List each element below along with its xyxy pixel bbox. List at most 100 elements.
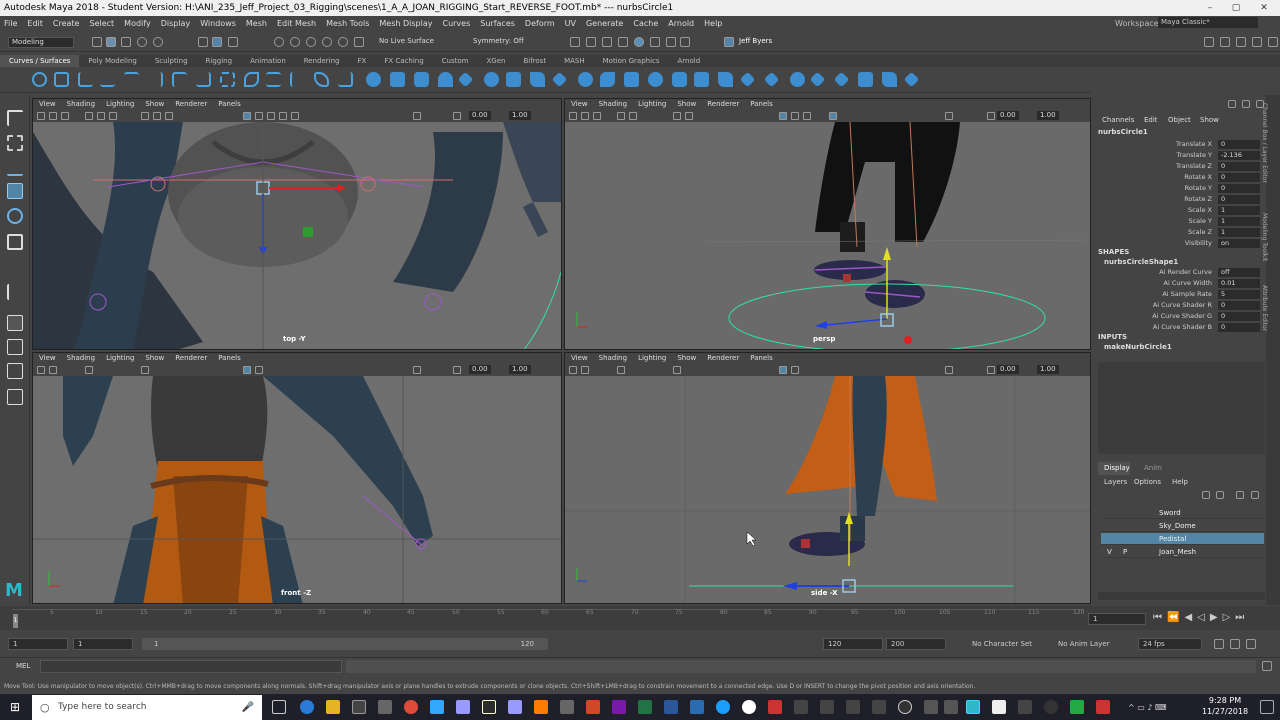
gamma-value[interactable]: 1.00 xyxy=(509,111,531,120)
image-plane-icon[interactable] xyxy=(61,112,69,120)
attr-scale-x-value[interactable]: 1 xyxy=(1218,206,1260,215)
vp-menu-renderer[interactable]: Renderer xyxy=(175,100,207,110)
four-view-layout-icon[interactable] xyxy=(7,339,23,355)
project-curve-icon[interactable] xyxy=(718,72,733,87)
after-effects-icon[interactable] xyxy=(456,700,470,714)
menu-uv[interactable]: UV xyxy=(565,19,576,28)
smooth-shade-icon[interactable] xyxy=(255,366,263,374)
shelf-tab-custom[interactable]: Custom xyxy=(433,55,478,67)
magnet-icon[interactable] xyxy=(354,37,364,47)
vp-menu-view[interactable]: View xyxy=(571,100,588,110)
insert-isoparm-icon[interactable] xyxy=(882,72,897,87)
snap-point-icon[interactable] xyxy=(306,37,316,47)
layer-menu-layers[interactable]: Layers xyxy=(1104,478,1127,486)
move-layer-up-icon[interactable] xyxy=(1202,491,1210,499)
attr-ai-curve-width-value[interactable]: 0.01 xyxy=(1218,279,1260,288)
toggle-tool-settings-icon[interactable] xyxy=(1236,37,1246,47)
redo-icon[interactable] xyxy=(153,37,163,47)
single-perspective-layout-icon[interactable] xyxy=(7,315,23,331)
lasso-tool-icon[interactable] xyxy=(7,135,23,151)
character-set-dropdown[interactable]: No Character Set xyxy=(972,640,1032,648)
textured-icon[interactable] xyxy=(267,112,275,120)
untrim-icon[interactable] xyxy=(790,72,805,87)
menu-edit[interactable]: Edit xyxy=(27,19,43,28)
mel-command-input[interactable] xyxy=(40,660,342,673)
app-icon[interactable] xyxy=(846,700,860,714)
user-dropdown[interactable]: Jeff Byers xyxy=(736,37,798,48)
select-tool-icon[interactable] xyxy=(7,110,23,126)
illustrator-icon[interactable] xyxy=(534,700,548,714)
duplicate-surface-icon[interactable] xyxy=(694,72,709,87)
vp-menu-shading[interactable]: Shading xyxy=(599,354,627,364)
attr-translate-z-value[interactable]: 0 xyxy=(1218,162,1260,171)
word-icon[interactable] xyxy=(664,700,678,714)
move-tool-icon[interactable] xyxy=(7,183,23,199)
menu-mesh-display[interactable]: Mesh Display xyxy=(379,19,432,28)
nurbs-square-icon[interactable] xyxy=(54,72,69,87)
nurbs-circle-icon[interactable] xyxy=(32,72,47,87)
shelf-tab-xgen[interactable]: XGen xyxy=(478,55,515,67)
new-layer-selected-icon[interactable] xyxy=(1251,491,1259,499)
menu-modify[interactable]: Modify xyxy=(124,19,151,28)
undo-icon[interactable] xyxy=(137,37,147,47)
auto-key-icon[interactable] xyxy=(1214,639,1224,649)
snap-curve-icon[interactable] xyxy=(290,37,300,47)
render-settings-icon[interactable] xyxy=(618,37,628,47)
shelf-tab-bifrost[interactable]: Bifrost xyxy=(514,55,555,67)
xray-joints-icon[interactable] xyxy=(165,112,173,120)
wireframe-icon[interactable] xyxy=(243,366,251,374)
offset-curve-icon[interactable] xyxy=(266,72,281,87)
nurbs-cylinder-icon[interactable] xyxy=(414,72,429,87)
live-surface-field[interactable]: No Live Surface xyxy=(376,37,448,48)
birail-icon[interactable] xyxy=(600,72,615,87)
vp-menu-panels[interactable]: Panels xyxy=(750,354,773,364)
go-to-end-icon[interactable]: ⏭ xyxy=(1235,612,1249,623)
persp-outliner-layout-icon[interactable] xyxy=(7,363,23,379)
windows-start-icon[interactable]: ⊞ xyxy=(10,700,24,714)
shelf-tab-fx[interactable]: FX xyxy=(349,55,376,67)
maya-taskbar-icon[interactable] xyxy=(966,700,980,714)
range-slider[interactable]: 1 120 xyxy=(142,638,548,650)
shelf-tab-fx-caching[interactable]: FX Caching xyxy=(375,55,432,67)
current-frame-field[interactable]: 1 xyxy=(1088,613,1146,625)
nurbs-sphere-icon[interactable] xyxy=(366,72,381,87)
exposure-icon[interactable] xyxy=(987,366,995,374)
film-gate-icon[interactable] xyxy=(629,112,637,120)
ep-curve-icon[interactable] xyxy=(100,72,115,87)
step-forward-frame-icon[interactable]: ▷ xyxy=(1223,612,1236,623)
app-icon[interactable] xyxy=(898,700,912,714)
bevel-plus-icon[interactable] xyxy=(624,72,639,87)
grid-icon[interactable] xyxy=(85,112,93,120)
side-tab-attribute-editor[interactable]: Attribute Editor xyxy=(1261,285,1268,331)
shelf-tab-arnold[interactable]: Arnold xyxy=(669,55,710,67)
menu-curves[interactable]: Curves xyxy=(442,19,470,28)
vp-menu-lighting[interactable]: Lighting xyxy=(638,354,666,364)
grid-icon[interactable] xyxy=(85,366,93,374)
app-icon[interactable] xyxy=(1096,700,1110,714)
side-tab-modeling-toolkit[interactable]: Modeling Toolkit xyxy=(1261,213,1268,261)
excel-icon[interactable] xyxy=(638,700,652,714)
fps-dropdown[interactable]: 24 fps xyxy=(1138,638,1202,650)
attr-ai-curve-shader-b-value[interactable]: 0 xyxy=(1218,323,1260,332)
app-icon[interactable] xyxy=(378,700,392,714)
open-scene-icon[interactable] xyxy=(106,37,116,47)
app-icon[interactable] xyxy=(482,700,496,714)
workspace-dropdown[interactable]: Maya Classic* xyxy=(1158,17,1258,28)
vp-menu-lighting[interactable]: Lighting xyxy=(106,354,134,364)
toggle-outliner-icon[interactable] xyxy=(1268,37,1278,47)
rotate-tool-icon[interactable] xyxy=(7,208,23,224)
shelf-tab-motion-graphics[interactable]: Motion Graphics xyxy=(594,55,669,67)
channel-box-float-icon[interactable] xyxy=(1242,100,1250,108)
app-icon[interactable] xyxy=(872,700,886,714)
gamma-icon[interactable] xyxy=(453,112,461,120)
layer-row-sword[interactable]: Sword xyxy=(1101,507,1264,519)
vp-menu-panels[interactable]: Panels xyxy=(750,100,773,110)
menu-generate[interactable]: Generate xyxy=(586,19,623,28)
vp-menu-shading[interactable]: Shading xyxy=(67,100,95,110)
camera-attributes-icon[interactable] xyxy=(569,112,577,120)
vp-menu-lighting[interactable]: Lighting xyxy=(638,100,666,110)
playback-start-field[interactable]: 1 xyxy=(73,638,133,650)
app-icon[interactable] xyxy=(944,700,958,714)
attr-translate-x-value[interactable]: 0 xyxy=(1218,140,1260,149)
menu-create[interactable]: Create xyxy=(53,19,80,28)
